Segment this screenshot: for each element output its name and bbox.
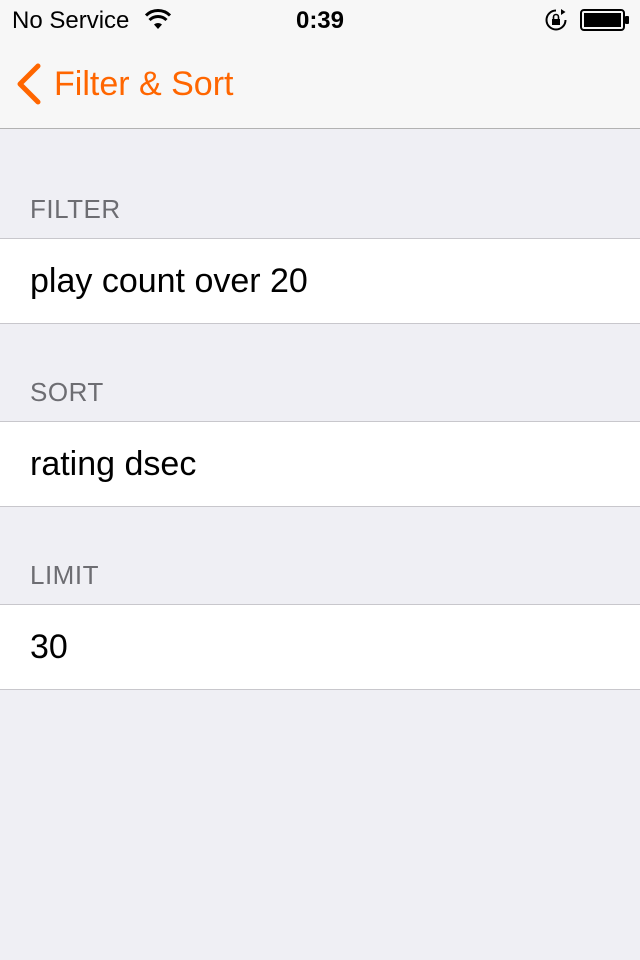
sort-value: rating dsec bbox=[30, 445, 197, 483]
filter-cell[interactable]: play count over 20 bbox=[0, 238, 640, 324]
section-header-sort: SORT bbox=[30, 377, 104, 407]
limit-value: 30 bbox=[30, 628, 68, 666]
chevron-left-icon bbox=[17, 63, 41, 105]
sort-cell[interactable]: rating dsec bbox=[0, 421, 640, 507]
back-button[interactable]: Filter & Sort bbox=[14, 40, 233, 128]
battery-icon bbox=[580, 9, 629, 31]
rotation-lock-icon bbox=[545, 9, 567, 31]
filter-value: play count over 20 bbox=[30, 262, 308, 300]
section-header-filter: FILTER bbox=[30, 194, 121, 224]
limit-cell[interactable]: 30 bbox=[0, 604, 640, 690]
back-button-label: Filter & Sort bbox=[54, 64, 234, 103]
section-header-limit: LIMIT bbox=[30, 560, 99, 590]
status-bar: No Service 0:39 bbox=[0, 0, 640, 40]
navigation-bar: Filter & Sort bbox=[0, 40, 640, 129]
